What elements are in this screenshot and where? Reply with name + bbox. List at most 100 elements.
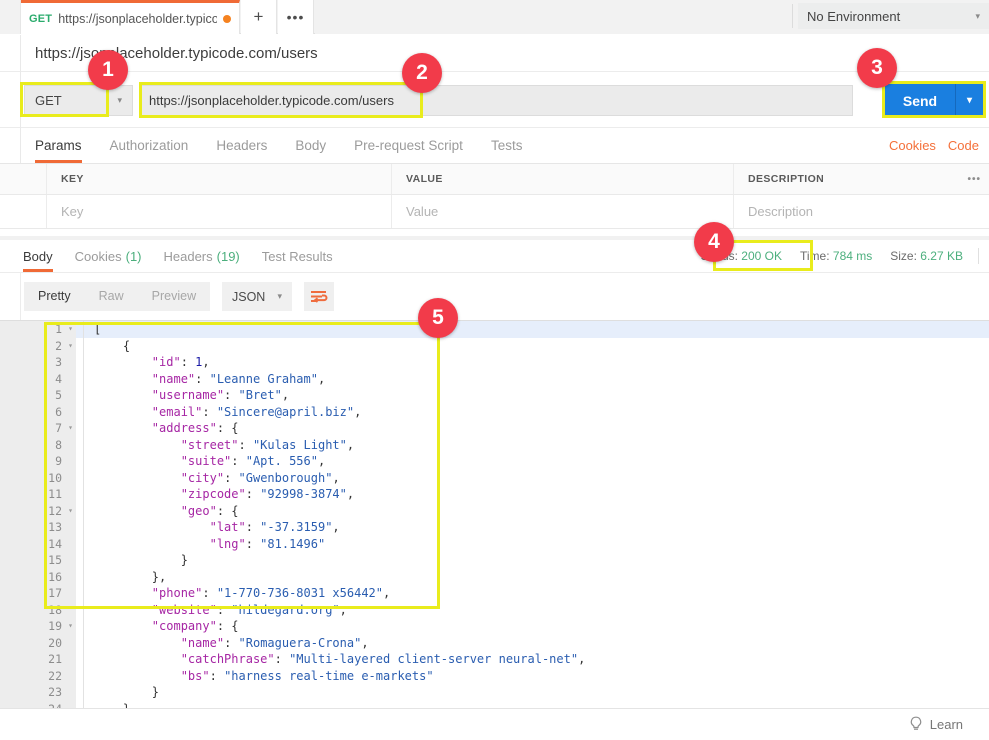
annotation-marker-2: 2 bbox=[402, 53, 442, 93]
send-button-label: Send bbox=[885, 93, 955, 109]
response-body-viewer[interactable]: 1▾[2▾ {3 "id": 1,4 "name": "Leanne Graha… bbox=[0, 320, 989, 708]
size-value: 6.27 KB bbox=[920, 249, 963, 263]
code-line-text: "catchPhrase": "Multi-layered client-ser… bbox=[76, 651, 585, 668]
tab-options-button[interactable]: ••• bbox=[278, 0, 314, 34]
request-tab[interactable]: GET https://jsonplaceholder.typicode bbox=[21, 0, 240, 34]
code-link[interactable]: Code bbox=[942, 138, 985, 153]
line-number: 10 bbox=[30, 470, 65, 487]
param-description-input[interactable]: Description bbox=[734, 195, 989, 228]
code-line-text: "lng": "81.1496" bbox=[76, 536, 325, 553]
fold-spacer bbox=[65, 651, 76, 668]
tab-params[interactable]: Params bbox=[21, 128, 96, 163]
learn-label: Learn bbox=[930, 717, 963, 732]
code-line-text: { bbox=[76, 338, 130, 355]
param-value-input[interactable]: Value bbox=[392, 195, 734, 228]
code-line-text: "id": 1, bbox=[76, 354, 210, 371]
learn-button[interactable]: Learn bbox=[909, 716, 989, 733]
code-line-text: "lat": "-37.3159", bbox=[76, 519, 340, 536]
line-number: 22 bbox=[30, 668, 65, 685]
response-tab-cookies[interactable]: Cookies (1) bbox=[64, 240, 153, 272]
fold-toggle-icon[interactable]: ▾ bbox=[65, 338, 76, 355]
cookies-link[interactable]: Cookies bbox=[883, 138, 942, 153]
response-tab-headers[interactable]: Headers (19) bbox=[153, 240, 251, 272]
bulk-edit-button[interactable]: ••• bbox=[967, 174, 981, 185]
line-number: 16 bbox=[30, 569, 65, 586]
tab-body[interactable]: Body bbox=[281, 128, 340, 163]
send-button[interactable]: Send ▾ bbox=[885, 84, 983, 117]
code-line: 7▾ "address": { bbox=[30, 420, 989, 437]
status-value: 200 OK bbox=[741, 249, 782, 263]
code-line: 14 "lng": "81.1496" bbox=[30, 536, 989, 553]
code-line: 5 "username": "Bret", bbox=[30, 387, 989, 404]
response-tab-test-results[interactable]: Test Results bbox=[251, 240, 344, 272]
fold-toggle-icon[interactable]: ▾ bbox=[65, 618, 76, 635]
tab-strip: GET https://jsonplaceholder.typicode + •… bbox=[0, 0, 989, 34]
time-badge: Time: 784 ms bbox=[791, 249, 881, 263]
line-number: 5 bbox=[30, 387, 65, 404]
sidebar-strip bbox=[0, 72, 21, 128]
response-tab-cookies-label: Cookies bbox=[75, 249, 122, 264]
response-language-select[interactable]: JSON ▾ bbox=[222, 282, 292, 311]
time-label: Time: bbox=[800, 249, 830, 263]
code-line-text: }, bbox=[76, 701, 137, 709]
annotation-marker-4: 4 bbox=[694, 222, 734, 262]
code-line: 12▾ "geo": { bbox=[30, 503, 989, 520]
code-line: 2▾ { bbox=[30, 338, 989, 355]
sidebar-strip bbox=[0, 273, 21, 320]
wrap-lines-icon bbox=[310, 289, 328, 305]
row-checkbox[interactable] bbox=[0, 195, 47, 228]
send-options-chevron-down-icon[interactable]: ▾ bbox=[956, 95, 983, 106]
code-line: 22 "bs": "harness real-time e-markets" bbox=[30, 668, 989, 685]
line-number: 20 bbox=[30, 635, 65, 652]
code-line: 18 "website": "hildegard.org", bbox=[30, 602, 989, 619]
param-key-input[interactable]: Key bbox=[47, 195, 392, 228]
postman-window: GET https://jsonplaceholder.typicode + •… bbox=[0, 0, 989, 740]
fold-toggle-icon[interactable]: ▾ bbox=[65, 420, 76, 437]
status-bar: Learn bbox=[0, 708, 989, 740]
sidebar-collapsed-strip bbox=[0, 0, 21, 34]
environment-selected-label: No Environment bbox=[807, 9, 900, 24]
code-line-text: [ bbox=[76, 321, 101, 338]
format-pretty[interactable]: Pretty bbox=[24, 282, 85, 311]
time-value: 784 ms bbox=[833, 249, 872, 263]
environment-selector[interactable]: No Environment ▾ bbox=[798, 3, 989, 29]
code-line-text: }, bbox=[76, 569, 166, 586]
table-row[interactable]: Key Value Description bbox=[0, 195, 989, 229]
tab-headers[interactable]: Headers bbox=[202, 128, 281, 163]
code-line: 24 }, bbox=[30, 701, 989, 709]
format-raw[interactable]: Raw bbox=[85, 282, 138, 311]
chevron-down-icon: ▾ bbox=[277, 291, 282, 302]
code-line-text: "name": "Romaguera-Crona", bbox=[76, 635, 369, 652]
code-line: 10 "city": "Gwenborough", bbox=[30, 470, 989, 487]
wrap-lines-button[interactable] bbox=[304, 282, 334, 311]
http-method-select[interactable]: GET ▾ bbox=[24, 85, 133, 116]
response-tab-body[interactable]: Body bbox=[12, 240, 64, 272]
fold-spacer bbox=[65, 552, 76, 569]
sidebar-strip bbox=[0, 128, 21, 163]
fold-spacer bbox=[65, 354, 76, 371]
line-number: 9 bbox=[30, 453, 65, 470]
unsaved-changes-dot-icon bbox=[223, 15, 231, 23]
code-line: 11 "zipcode": "92998-3874", bbox=[30, 486, 989, 503]
fold-spacer bbox=[65, 536, 76, 553]
fold-spacer bbox=[65, 519, 76, 536]
new-tab-button[interactable]: + bbox=[241, 0, 277, 34]
environment-divider bbox=[792, 4, 793, 28]
fold-spacer bbox=[65, 585, 76, 602]
line-number: 1 bbox=[30, 321, 65, 338]
response-body-code[interactable]: 1▾[2▾ {3 "id": 1,4 "name": "Leanne Graha… bbox=[30, 321, 989, 708]
fold-toggle-icon[interactable]: ▾ bbox=[65, 321, 76, 338]
tab-pre-request-script[interactable]: Pre-request Script bbox=[340, 128, 477, 163]
fold-spacer bbox=[65, 387, 76, 404]
response-meta: Status: 200 OK Time: 784 ms Size: 6.27 K… bbox=[692, 240, 989, 272]
response-tab-headers-count: (19) bbox=[217, 249, 240, 264]
format-preview[interactable]: Preview bbox=[138, 282, 210, 311]
meta-divider bbox=[978, 248, 979, 264]
code-line: 8 "street": "Kulas Light", bbox=[30, 437, 989, 454]
tab-authorization[interactable]: Authorization bbox=[96, 128, 203, 163]
code-line-text: "email": "Sincere@april.biz", bbox=[76, 404, 361, 421]
fold-toggle-icon[interactable]: ▾ bbox=[65, 503, 76, 520]
line-number: 4 bbox=[30, 371, 65, 388]
request-url-input[interactable]: https://jsonplaceholder.typicode.com/use… bbox=[140, 85, 853, 116]
tab-tests[interactable]: Tests bbox=[477, 128, 537, 163]
